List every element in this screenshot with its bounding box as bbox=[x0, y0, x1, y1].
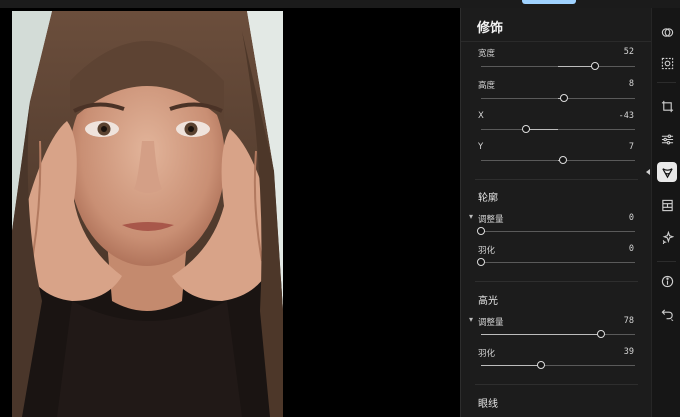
x-slider-thumb[interactable] bbox=[521, 125, 530, 133]
contour-section-title[interactable]: 轮廓 bbox=[478, 189, 498, 204]
top-bar bbox=[0, 0, 680, 8]
effects-icon[interactable] bbox=[657, 22, 677, 42]
x-label: X bbox=[478, 111, 484, 121]
y-label: Y bbox=[478, 142, 484, 152]
toolbar-divider bbox=[657, 261, 676, 262]
sparkle-icon[interactable] bbox=[657, 227, 677, 247]
highlight-feather-label: 羽化 bbox=[478, 349, 496, 359]
highlight-adjust-label[interactable]: 调整量 bbox=[469, 315, 503, 328]
y-value[interactable]: 7 bbox=[629, 142, 634, 152]
contour-adjust-value[interactable]: 0 bbox=[629, 213, 634, 223]
image-canvas[interactable] bbox=[0, 8, 460, 417]
highlight-feather-value[interactable]: 39 bbox=[624, 347, 634, 357]
undo-icon[interactable] bbox=[657, 304, 677, 324]
contour-adjust-slider[interactable] bbox=[477, 227, 635, 235]
highlight-feather-slider[interactable] bbox=[481, 361, 635, 369]
x-slider[interactable] bbox=[481, 125, 635, 133]
y-slider[interactable] bbox=[481, 156, 635, 164]
highlight-adjust-value[interactable]: 78 bbox=[624, 316, 634, 326]
retouch-icon[interactable] bbox=[657, 162, 677, 182]
portrait-photo bbox=[12, 11, 283, 417]
adjust-icon[interactable] bbox=[657, 129, 677, 149]
section-divider bbox=[475, 384, 638, 385]
highlight-feather-thumb[interactable] bbox=[537, 361, 546, 369]
contour-adjust-label[interactable]: 调整量 bbox=[469, 212, 503, 225]
select-icon[interactable] bbox=[657, 53, 677, 73]
highlight-adjust-slider[interactable] bbox=[481, 330, 635, 338]
retouch-panel: 修饰 宽度 52 高度 8 X -43 Y 7 轮廓 调整量 0 羽化 0 高光… bbox=[460, 8, 652, 417]
section-divider bbox=[475, 281, 638, 282]
height-value[interactable]: 8 bbox=[629, 79, 634, 89]
contour-feather-thumb[interactable] bbox=[477, 258, 485, 266]
width-slider-thumb[interactable] bbox=[590, 62, 599, 70]
height-slider[interactable] bbox=[481, 94, 635, 102]
section-divider bbox=[475, 179, 638, 180]
crop-icon[interactable] bbox=[657, 96, 677, 116]
frame-icon[interactable] bbox=[657, 195, 677, 215]
highlight-section-title[interactable]: 高光 bbox=[478, 292, 498, 307]
panel-title: 修饰 bbox=[477, 21, 504, 36]
eyeliner-section-title[interactable]: 眼线 bbox=[478, 395, 498, 410]
contour-feather-label: 羽化 bbox=[478, 246, 496, 256]
toolbar-divider bbox=[657, 82, 676, 83]
info-icon[interactable] bbox=[657, 271, 677, 291]
width-slider[interactable] bbox=[481, 62, 635, 70]
contour-feather-slider[interactable] bbox=[477, 258, 635, 266]
contour-adjust-thumb[interactable] bbox=[477, 227, 485, 235]
top-accent-tab[interactable] bbox=[522, 0, 576, 4]
tool-sidebar bbox=[651, 8, 680, 417]
panel-divider bbox=[461, 41, 652, 42]
x-value[interactable]: -43 bbox=[619, 111, 634, 121]
height-slider-thumb[interactable] bbox=[560, 94, 569, 102]
width-value[interactable]: 52 bbox=[624, 47, 634, 57]
y-slider-thumb[interactable] bbox=[558, 156, 567, 164]
width-label: 宽度 bbox=[478, 49, 496, 59]
active-tool-marker bbox=[646, 169, 650, 175]
contour-feather-value[interactable]: 0 bbox=[629, 244, 634, 254]
portrait-image bbox=[12, 11, 283, 417]
height-label: 高度 bbox=[478, 81, 496, 91]
highlight-adjust-thumb[interactable] bbox=[597, 330, 606, 338]
